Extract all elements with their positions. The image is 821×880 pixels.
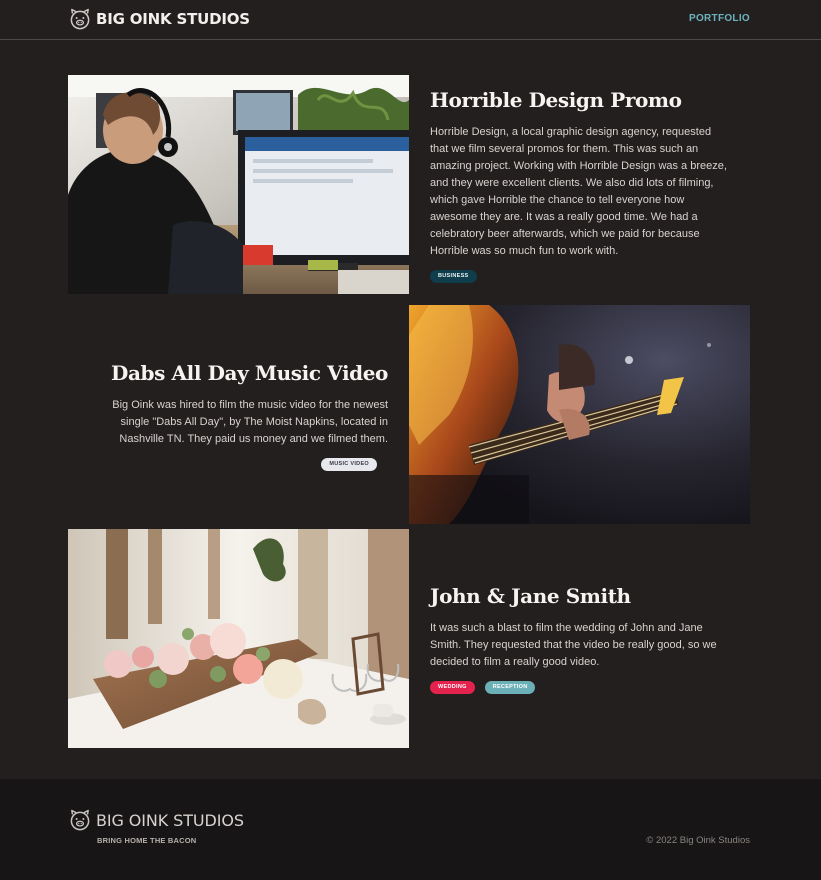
tag-list: WEDDING RECEPTION [430, 681, 730, 694]
project-description: It was such a blast to film the wedding … [430, 622, 717, 668]
tag-music-video[interactable]: MUSIC VIDEO [321, 458, 377, 471]
pig-icon [68, 808, 92, 832]
brand-logo-link[interactable]: BIG OINK STUDIOS [68, 7, 250, 31]
project-text-horrible-design: Horrible Design Promo Horrible Design, a… [430, 88, 730, 283]
tag-list: BUSINESS [430, 270, 730, 283]
project-title: Horrible Design Promo [430, 88, 682, 112]
footer-brand-name: BIG OINK STUDIOS [96, 810, 244, 830]
project-image-john-jane-smith [68, 529, 409, 748]
nav-portfolio-link[interactable]: PORTFOLIO [689, 13, 750, 24]
project-description: Big Oink was hired to film the music vid… [112, 399, 388, 445]
tag-reception[interactable]: RECEPTION [484, 681, 536, 694]
project-image-horrible-design [68, 75, 409, 294]
brand-name: BIG OINK STUDIOS [96, 10, 250, 28]
site-header: BIG OINK STUDIOS PORTFOLIO [0, 0, 821, 40]
project-title: John & Jane Smith [430, 584, 631, 608]
project-description: Horrible Design, a local graphic design … [430, 126, 727, 257]
footer-tagline: BRING HOME THE BACON [97, 836, 197, 845]
site-footer: BIG OINK STUDIOS BRING HOME THE BACON © … [0, 779, 821, 880]
project-title: Dabs All Day Music Video [111, 361, 388, 385]
footer-brand: BIG OINK STUDIOS [68, 808, 244, 832]
project-text-dabs-all-day: Dabs All Day Music Video Big Oink was hi… [88, 361, 388, 471]
tag-list: MUSIC VIDEO [88, 458, 388, 471]
project-image-dabs-all-day [409, 305, 750, 524]
tag-wedding[interactable]: WEDDING [430, 681, 475, 694]
pig-icon [68, 7, 92, 31]
copyright-text: © 2022 Big Oink Studios [646, 835, 750, 846]
tag-business[interactable]: BUSINESS [430, 270, 477, 283]
project-text-john-jane-smith: John & Jane Smith It was such a blast to… [430, 584, 730, 694]
